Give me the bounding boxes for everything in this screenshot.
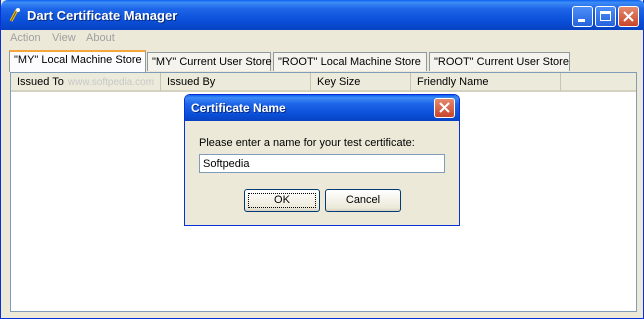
column-issued-to[interactable]: Issued To www.softpedia.com <box>11 73 161 92</box>
dialog-prompt: Please enter a name for your test certif… <box>199 137 415 149</box>
close-button[interactable] <box>618 6 639 27</box>
minimize-icon <box>578 19 585 22</box>
dialog-title-bar[interactable]: Certificate Name <box>185 95 459 121</box>
dialog-close-button[interactable] <box>434 98 455 118</box>
tab-my-local-machine[interactable]: "MY" Local Machine Store <box>9 50 146 72</box>
close-icon <box>439 102 450 113</box>
tab-root-local-machine[interactable]: "ROOT" Local Machine Store <box>273 52 427 71</box>
column-issued-by[interactable]: Issued By <box>161 73 311 92</box>
cancel-button[interactable]: Cancel <box>325 189 401 212</box>
watermark: www.softpedia.com <box>67 77 155 88</box>
menu-bar: Action View About <box>1 30 643 48</box>
tab-root-current-user[interactable]: "ROOT" Current User Store <box>429 52 570 71</box>
close-icon <box>623 11 634 22</box>
ok-button[interactable]: OK <box>244 189 320 212</box>
window-title: Dart Certificate Manager <box>27 8 178 23</box>
certificate-name-dialog: Certificate Name Please enter a name for… <box>184 94 460 226</box>
menu-view[interactable]: View <box>52 32 76 44</box>
maximize-button[interactable] <box>595 6 616 27</box>
cancel-button-label: Cancel <box>345 194 381 206</box>
menu-action[interactable]: Action <box>10 32 41 44</box>
column-filler <box>561 73 636 92</box>
title-bar[interactable]: Dart Certificate Manager <box>1 0 644 30</box>
dialog-title: Certificate Name <box>191 101 286 115</box>
certificate-name-input[interactable] <box>199 154 445 173</box>
column-key-size[interactable]: Key Size <box>311 73 411 92</box>
menu-about[interactable]: About <box>86 32 115 44</box>
focus-rect <box>248 193 316 208</box>
tab-strip: "MY" Local Machine Store "MY" Current Us… <box>1 50 643 72</box>
tab-my-current-user[interactable]: "MY" Current User Store <box>147 52 272 71</box>
maximize-icon <box>600 11 611 21</box>
column-issued-to-label: Issued To <box>17 76 64 88</box>
certificate-icon <box>9 8 20 22</box>
column-friendly-name[interactable]: Friendly Name <box>411 73 561 92</box>
minimize-button[interactable] <box>572 6 593 27</box>
